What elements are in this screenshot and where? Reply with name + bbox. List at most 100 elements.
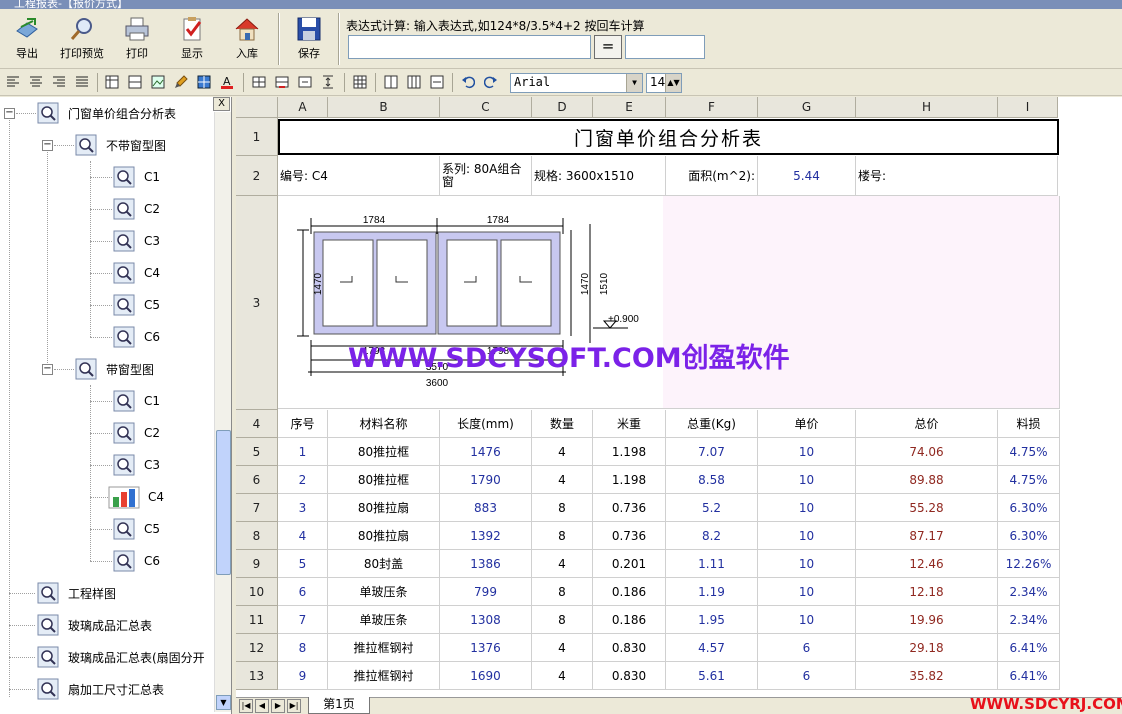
store-button[interactable]: 入库 (221, 13, 273, 67)
table-cell[interactable]: 4 (532, 634, 593, 662)
expression-input[interactable] (348, 35, 591, 59)
table-cell[interactable]: 7.07 (666, 438, 758, 466)
col-width-icon[interactable] (428, 73, 446, 91)
table-cell[interactable]: 12.26% (998, 550, 1060, 578)
table-cell[interactable]: 推拉框钢衬 (328, 634, 440, 662)
close-panel-button[interactable]: X (213, 97, 230, 111)
tree-item[interactable]: C5 (112, 292, 160, 318)
table-cell[interactable]: 10 (758, 578, 856, 606)
tree-item[interactable]: C3 (112, 228, 160, 254)
table-cell[interactable]: 6.30% (998, 522, 1060, 550)
tree-node-group[interactable]: 不带窗型图 (74, 132, 166, 158)
tree-item[interactable]: C2 (112, 196, 160, 222)
table-cell[interactable]: 0.186 (593, 606, 666, 634)
area-label-cell[interactable]: 面积(m^2): (666, 156, 758, 196)
table-cell[interactable]: 8.58 (666, 466, 758, 494)
col-header-f[interactable]: F (666, 97, 758, 118)
export-button[interactable]: 导出 (1, 13, 53, 67)
save-button[interactable]: 保存 (283, 13, 335, 67)
table-cell[interactable]: 10 (758, 522, 856, 550)
cell-format-icon[interactable] (103, 73, 121, 91)
row-header[interactable]: 1 (236, 118, 278, 156)
table-cell[interactable]: 12.46 (856, 550, 998, 578)
font-size-stepper[interactable]: 14 ▲▼ (646, 73, 682, 93)
table-cell[interactable]: 6.41% (998, 634, 1060, 662)
tree-item-selected[interactable]: C4 (108, 484, 164, 510)
table-cell[interactable]: 6 (758, 662, 856, 690)
result-field[interactable] (625, 35, 705, 59)
table-cell[interactable]: 1.198 (593, 438, 666, 466)
table-cell[interactable]: 4.75% (998, 466, 1060, 494)
equals-button[interactable]: = (594, 35, 622, 59)
redo-icon[interactable] (482, 73, 500, 91)
table-cell[interactable]: 4 (532, 438, 593, 466)
table-cell[interactable]: 0.736 (593, 494, 666, 522)
align-left-icon[interactable] (4, 73, 22, 91)
tab-sheet-1[interactable]: 第1页 (308, 697, 370, 714)
table-cell[interactable]: 1386 (440, 550, 532, 578)
row-header[interactable]: 13 (236, 662, 278, 690)
table-cell[interactable]: 8 (278, 634, 328, 662)
table-cell[interactable]: 2.34% (998, 606, 1060, 634)
table-icon[interactable] (351, 73, 369, 91)
table-cell[interactable]: 1790 (440, 466, 532, 494)
row-header[interactable]: 6 (236, 466, 278, 494)
table-cell[interactable]: 87.17 (856, 522, 998, 550)
insert-col-icon[interactable] (382, 73, 400, 91)
font-family-select[interactable]: Arial ▼ (510, 73, 643, 93)
report-title[interactable]: 门窗单价组合分析表 (278, 119, 1059, 155)
table-cell[interactable]: 单玻压条 (328, 578, 440, 606)
area-value-cell[interactable]: 5.44 (758, 156, 856, 196)
justify-icon[interactable] (73, 73, 91, 91)
building-cell[interactable]: 楼号: (856, 156, 1058, 196)
table-cell[interactable]: 8.2 (666, 522, 758, 550)
delete-col-icon[interactable] (405, 73, 423, 91)
table-cell[interactable]: 8 (532, 606, 593, 634)
table-cell[interactable]: 4 (532, 662, 593, 690)
table-cell[interactable]: 6 (758, 634, 856, 662)
table-cell[interactable]: 单玻压条 (328, 606, 440, 634)
chevron-down-icon[interactable]: ▼ (626, 74, 642, 92)
collapse-group-icon[interactable]: − (42, 364, 53, 375)
spec-cell[interactable]: 规格: 3600x1510 (532, 156, 666, 196)
tree-item[interactable]: C6 (112, 548, 160, 574)
table-cell[interactable]: 80推拉框 (328, 438, 440, 466)
table-cell[interactable]: 1690 (440, 662, 532, 690)
table-cell[interactable]: 10 (758, 550, 856, 578)
tree-node-root[interactable]: 门窗单价组合分析表 (36, 100, 176, 126)
brush-icon[interactable] (172, 73, 190, 91)
table-header-cell[interactable]: 总价 (856, 410, 998, 438)
row-header[interactable]: 5 (236, 438, 278, 466)
table-cell[interactable]: 80推拉框 (328, 466, 440, 494)
row-header[interactable]: 10 (236, 578, 278, 606)
tree-item[interactable]: 工程样图 (36, 580, 116, 606)
row-header[interactable]: 11 (236, 606, 278, 634)
table-cell[interactable]: 0.201 (593, 550, 666, 578)
image-icon[interactable] (149, 73, 167, 91)
tree-item[interactable]: C6 (112, 324, 160, 350)
scrollbar-thumb[interactable] (216, 430, 231, 575)
table-cell[interactable]: 1308 (440, 606, 532, 634)
table-cell[interactable]: 4 (278, 522, 328, 550)
last-sheet-icon[interactable]: ▶| (287, 699, 301, 713)
table-cell[interactable]: 4.57 (666, 634, 758, 662)
table-cell[interactable]: 8 (532, 578, 593, 606)
table-cell[interactable]: 9 (278, 662, 328, 690)
font-color-icon[interactable]: A (218, 73, 236, 91)
table-header-cell[interactable]: 序号 (278, 410, 328, 438)
tree-item[interactable]: C1 (112, 164, 160, 190)
table-header-cell[interactable]: 长度(mm) (440, 410, 532, 438)
table-cell[interactable]: 35.82 (856, 662, 998, 690)
col-header-h[interactable]: H (856, 97, 998, 118)
table-cell[interactable]: 89.88 (856, 466, 998, 494)
table-cell[interactable]: 10 (758, 494, 856, 522)
table-cell[interactable]: 2.34% (998, 578, 1060, 606)
table-cell[interactable]: 12.18 (856, 578, 998, 606)
first-sheet-icon[interactable]: |◀ (239, 699, 253, 713)
row-header[interactable]: 12 (236, 634, 278, 662)
show-button[interactable]: 显示 (166, 13, 218, 67)
tree-item[interactable]: 玻璃成品汇总表(扇固分开 (36, 644, 205, 670)
table-cell[interactable]: 29.18 (856, 634, 998, 662)
tree-scrollbar[interactable]: ▼ (214, 112, 231, 712)
table-cell[interactable]: 1.198 (593, 466, 666, 494)
